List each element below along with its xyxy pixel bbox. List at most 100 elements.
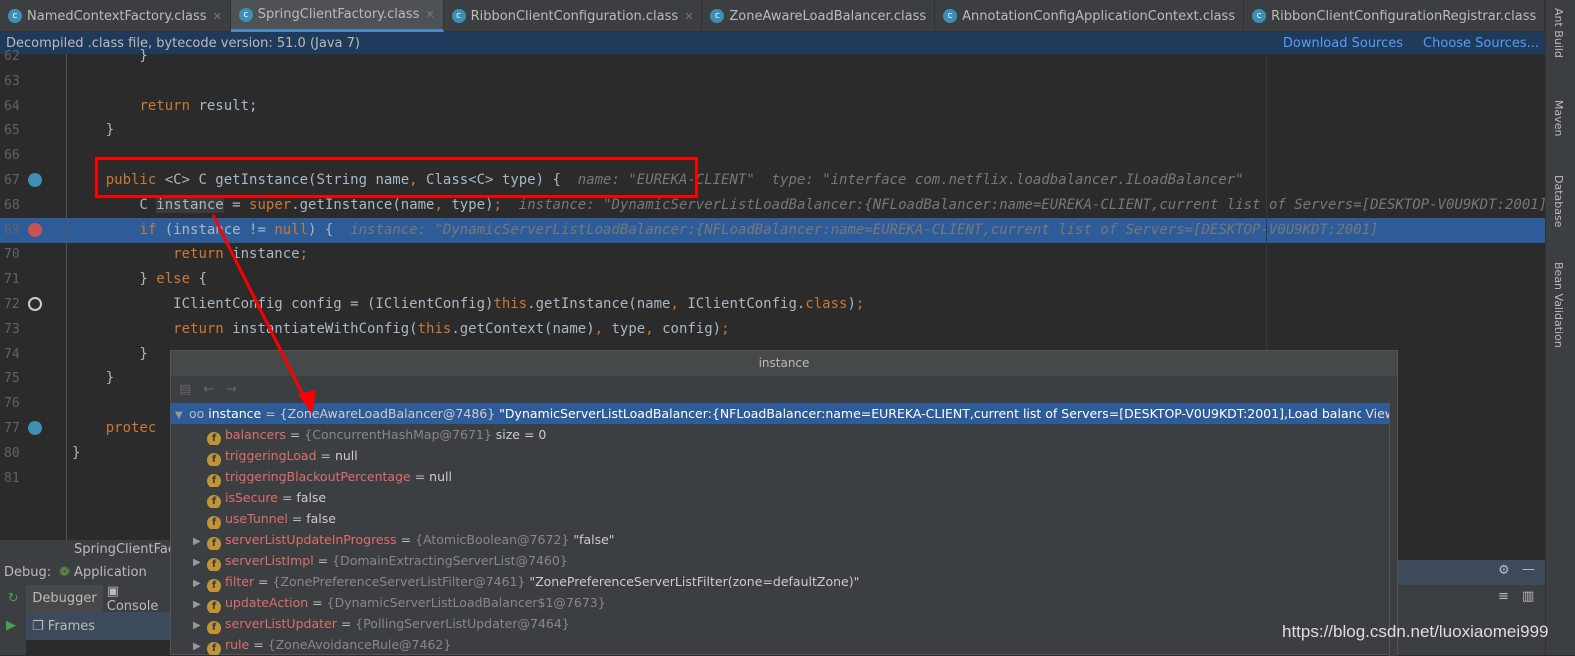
expand-icon[interactable]: ▶ bbox=[193, 531, 207, 550]
line-number: 62 bbox=[4, 49, 20, 64]
field-value: null bbox=[334, 448, 358, 463]
field-name: isSecure bbox=[225, 490, 278, 505]
minimize-icon[interactable]: — bbox=[1522, 562, 1535, 577]
code-line[interactable]: 71 } else { bbox=[0, 267, 1545, 292]
expand-icon[interactable]: ▶ bbox=[193, 594, 207, 613]
debug-config-tab[interactable]: Application bbox=[74, 565, 147, 580]
sidebar-item-database[interactable]: Database bbox=[1552, 175, 1565, 228]
breadcrumb[interactable]: SpringClientFactory.getInstance() bbox=[0, 540, 175, 560]
field-name: balancers bbox=[225, 427, 286, 442]
tree-row[interactable]: ▶ f serverListImpl = {DomainExtractingServ… bbox=[171, 550, 1397, 571]
class-file-icon: c bbox=[710, 9, 725, 23]
tree-row[interactable]: ▶ f rule = {ZoneAvoidanceRule@7462} bbox=[171, 634, 1397, 655]
tab-label: RibbonClientConfigurationRegistrar.class bbox=[1271, 8, 1537, 24]
tree-row[interactable]: f balancers = {ConcurrentHashMap@7671} si… bbox=[171, 424, 1397, 445]
code-token: , bbox=[594, 320, 604, 337]
tab-zoneawareloadbalancer[interactable]: c ZoneAwareLoadBalancer.class bbox=[702, 0, 936, 32]
code-token: IClientConfig. bbox=[678, 296, 806, 312]
field-value: false bbox=[306, 511, 336, 526]
line-number: 72 bbox=[4, 297, 20, 312]
code-line[interactable]: 63 bbox=[0, 69, 1545, 94]
close-icon[interactable]: ✕ bbox=[425, 8, 434, 21]
close-icon[interactable]: ✕ bbox=[684, 10, 693, 23]
code-token: ; bbox=[855, 296, 865, 312]
forward-icon[interactable]: → bbox=[226, 382, 237, 397]
tab-label: RibbonClientConfiguration.class bbox=[470, 8, 679, 24]
tree-row[interactable]: f triggeringLoad = null bbox=[171, 445, 1397, 466]
breakpoint-icon[interactable] bbox=[28, 222, 42, 237]
equals: = bbox=[316, 448, 335, 463]
field-icon: f bbox=[207, 452, 221, 466]
tree-row[interactable]: f isSecure = false bbox=[171, 487, 1397, 508]
rerun-icon[interactable]: ↻ bbox=[0, 591, 26, 606]
equals: = bbox=[261, 406, 280, 421]
code-line[interactable]: 65 } bbox=[0, 118, 1545, 143]
code-token: = bbox=[223, 196, 250, 213]
tree-row[interactable]: ▶ f serverListUpdateInProgress = {AtomicBo… bbox=[171, 529, 1397, 550]
code-text: return instantiateWithConfig(this.getCon… bbox=[72, 317, 729, 342]
field-name: triggeringBlackoutPercentage bbox=[225, 469, 411, 484]
field-name: serverListUpdateInProgress bbox=[225, 532, 397, 547]
align-icon[interactable]: ≡ bbox=[1498, 589, 1509, 604]
line-number: 76 bbox=[4, 396, 20, 412]
layout-icon[interactable]: ▥ bbox=[1522, 589, 1534, 604]
code-token: if bbox=[139, 221, 157, 238]
popup-scrollbar[interactable] bbox=[1389, 403, 1397, 656]
resume-icon[interactable]: ▶ bbox=[6, 618, 16, 633]
tab-console[interactable]: ▣ Console bbox=[103, 584, 175, 614]
tree-row-instance[interactable]: ▼ oo instance = {ZoneAwareLoadBalancer@74… bbox=[171, 403, 1397, 424]
code-token: return bbox=[173, 246, 224, 263]
variables-tree[interactable]: ▼ oo instance = {ZoneAwareLoadBalancer@74… bbox=[171, 403, 1397, 655]
hierarchy-icon[interactable]: ▤ bbox=[179, 382, 191, 397]
code-line[interactable]: 73 return instantiateWithConfig(this.get… bbox=[0, 317, 1545, 342]
tab-ribbonclientconfigurationregistrar[interactable]: c RibbonClientConfigurationRegistrar.clas… bbox=[1244, 0, 1546, 32]
code-line[interactable]: 64 return result; bbox=[0, 94, 1545, 119]
tree-row[interactable]: ▶ f serverListUpdater = {PollingServerList… bbox=[171, 613, 1397, 634]
step-icon bbox=[28, 297, 42, 311]
tree-row[interactable]: ▶ f filter = {ZonePreferenceServerListFilt… bbox=[171, 571, 1397, 592]
code-token: } bbox=[72, 370, 115, 387]
sidebar-item-bean-validation[interactable]: Bean Validation bbox=[1552, 262, 1565, 348]
spring-boot-icon: ❁ bbox=[59, 565, 71, 580]
code-token: { bbox=[190, 271, 207, 288]
tab-ribbonclientconfiguration[interactable]: c RibbonClientConfiguration.class ✕ bbox=[444, 0, 703, 32]
gear-icon[interactable]: ⚙ bbox=[1498, 563, 1510, 578]
tree-row[interactable]: f useTunnel = false bbox=[171, 508, 1397, 529]
code-token: , bbox=[670, 296, 679, 312]
field-icon: f bbox=[207, 473, 221, 487]
code-line[interactable]: 72 IClientConfig config = (IClientConfig… bbox=[0, 292, 1545, 317]
expand-icon[interactable]: ▶ bbox=[193, 615, 207, 634]
code-line[interactable]: 70 return instance; bbox=[0, 242, 1545, 267]
code-token: return bbox=[139, 97, 191, 114]
var-name: instance bbox=[208, 406, 262, 421]
override-icon[interactable] bbox=[28, 421, 42, 435]
code-line[interactable]: 62 } bbox=[0, 44, 1545, 69]
sidebar-item-maven[interactable]: Maven bbox=[1552, 100, 1565, 136]
sidebar-item-ant-build[interactable]: Ant Build bbox=[1552, 8, 1565, 58]
expand-icon[interactable]: ▼ bbox=[175, 405, 189, 424]
tree-row[interactable]: f triggeringBlackoutPercentage = null bbox=[171, 466, 1397, 487]
code-token: } bbox=[72, 444, 81, 461]
frames-header[interactable]: ❐ Frames bbox=[26, 612, 175, 640]
code-token: (instance != bbox=[156, 221, 275, 238]
override-icon[interactable] bbox=[28, 173, 42, 187]
expand-icon[interactable]: ▶ bbox=[193, 573, 207, 592]
tab-debugger[interactable]: Debugger bbox=[26, 585, 103, 612]
code-text: return result; bbox=[72, 94, 257, 119]
back-icon[interactable]: ← bbox=[203, 382, 214, 397]
field-type: {ConcurrentHashMap@7671} bbox=[304, 427, 492, 442]
tab-namedcontextfactory[interactable]: c NamedContextFactory.class ✕ bbox=[0, 0, 231, 32]
class-file-icon: c bbox=[451, 9, 466, 23]
code-line[interactable]: 69 if (instance != null) { instance: "Dy… bbox=[0, 217, 1545, 243]
close-icon[interactable]: ✕ bbox=[213, 10, 222, 23]
expand-icon[interactable]: ▶ bbox=[193, 636, 207, 655]
field-icon: f bbox=[207, 536, 221, 550]
tab-springclientfactory[interactable]: c SpringClientFactory.class ✕ bbox=[230, 0, 444, 32]
code-text: return instance; bbox=[72, 242, 308, 267]
field-name: serverListUpdater bbox=[225, 616, 337, 631]
code-token: super bbox=[249, 196, 292, 213]
tree-row[interactable]: ▶ f updateAction = {DynamicServerListLoadB… bbox=[171, 592, 1397, 613]
expand-icon[interactable]: ▶ bbox=[193, 552, 207, 571]
tab-annotationconfigapplicationcontext[interactable]: c AnnotationConfigApplicationContext.clas… bbox=[935, 0, 1245, 32]
